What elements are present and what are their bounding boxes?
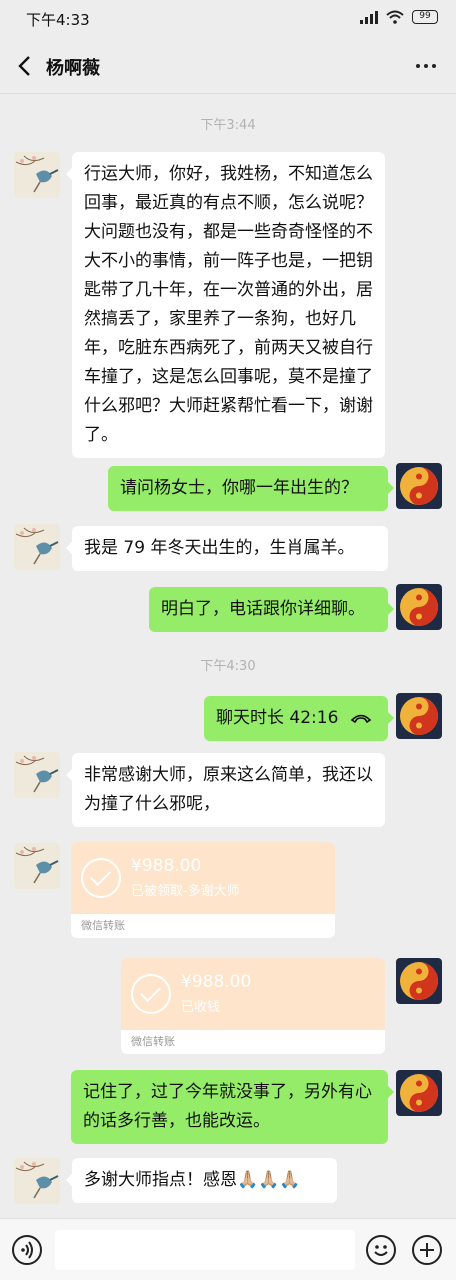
contact-avatar[interactable] — [14, 152, 60, 198]
message-bubble[interactable]: 我是 79 年冬天出生的，生肖属羊。 — [66, 526, 388, 571]
message-bubble[interactable]: 非常感谢大师，原来这么简单，我还以为撞了什么邪呢， — [66, 753, 385, 827]
message-bubble[interactable]: 记住了，过了今年就没事了，另外有心的话多行善，也能改运。 — [71, 1070, 394, 1144]
message-text: 非常感谢大师，原来这么简单，我还以为撞了什么邪呢， — [84, 765, 373, 814]
self-avatar[interactable] — [396, 463, 442, 509]
self-avatar[interactable] — [396, 958, 442, 1004]
wechat-transfer-card[interactable]: ¥988.00 已被领取-多谢大师 微信转账 — [71, 842, 335, 938]
chat-input-bar — [0, 1218, 456, 1280]
time-label: 下午4:30 — [200, 659, 256, 674]
contact-name: 杨啊薇 — [46, 58, 100, 79]
status-time: 下午4:33 — [26, 11, 90, 29]
message-text: 多谢大师指点！感恩🙏🏼🙏🏼🙏🏼 — [84, 1170, 301, 1190]
plus-icon[interactable] — [412, 1235, 442, 1265]
message-text: 请问杨女士，你哪一年出生的？ — [120, 478, 358, 498]
time-label: 下午3:44 — [200, 118, 256, 133]
message-text: 记住了，过了今年就没事了，另外有心的话多行善，也能改运。 — [83, 1082, 372, 1131]
status-icons: 99 — [360, 10, 438, 24]
more-dots-icon[interactable] — [416, 64, 436, 68]
call-record-bubble[interactable]: 聊天时长 42:16 — [204, 696, 394, 741]
self-avatar[interactable] — [396, 584, 442, 630]
chevron-left-icon[interactable] — [14, 52, 38, 80]
contact-avatar[interactable] — [14, 1158, 60, 1204]
signal-icon — [360, 10, 378, 24]
battery-icon: 99 — [412, 10, 438, 24]
emoji-icon[interactable] — [366, 1235, 396, 1265]
transfer-status: 已被领取-多谢大师 — [131, 884, 240, 899]
self-avatar[interactable] — [396, 1070, 442, 1116]
transfer-footer: 微信转账 — [71, 914, 335, 938]
contact-avatar[interactable] — [14, 524, 60, 570]
call-duration-text: 聊天时长 42:16 — [216, 708, 339, 728]
wifi-icon — [386, 10, 404, 24]
transfer-status: 已收钱 — [181, 1000, 221, 1015]
check-circle-icon — [131, 974, 171, 1014]
transfer-amount: ¥988.00 — [131, 856, 202, 876]
message-text: 我是 79 年冬天出生的，生肖属羊。 — [84, 538, 355, 558]
transfer-footer: 微信转账 — [121, 1030, 385, 1054]
phone-hangup-icon — [350, 714, 372, 724]
message-bubble[interactable]: 行运大师，你好，我姓杨，不知道怎么回事，最近真的有点不顺，怎么说呢？大问题也没有… — [66, 152, 385, 458]
message-text: 行运大师，你好，我姓杨，不知道怎么回事，最近真的有点不顺，怎么说呢？大问题也没有… — [84, 164, 373, 445]
message-bubble[interactable]: 明白了，电话跟你详细聊。 — [149, 587, 394, 632]
message-bubble[interactable]: 请问杨女士，你哪一年出生的？ — [108, 466, 394, 511]
message-text: 明白了，电话跟你详细聊。 — [161, 599, 365, 619]
status-bar: 下午4:33 99 — [0, 0, 456, 38]
chat-header: 杨啊薇 — [0, 38, 456, 94]
check-circle-icon — [81, 858, 121, 898]
message-input[interactable] — [55, 1230, 355, 1270]
transfer-amount: ¥988.00 — [181, 972, 252, 992]
message-bubble[interactable]: 多谢大师指点！感恩🙏🏼🙏🏼🙏🏼 — [66, 1158, 337, 1203]
voice-icon[interactable] — [12, 1235, 42, 1265]
self-avatar[interactable] — [396, 693, 442, 739]
contact-avatar[interactable] — [14, 752, 60, 798]
wechat-transfer-card[interactable]: ¥988.00 已收钱 微信转账 — [121, 958, 385, 1054]
contact-avatar[interactable] — [14, 843, 60, 889]
